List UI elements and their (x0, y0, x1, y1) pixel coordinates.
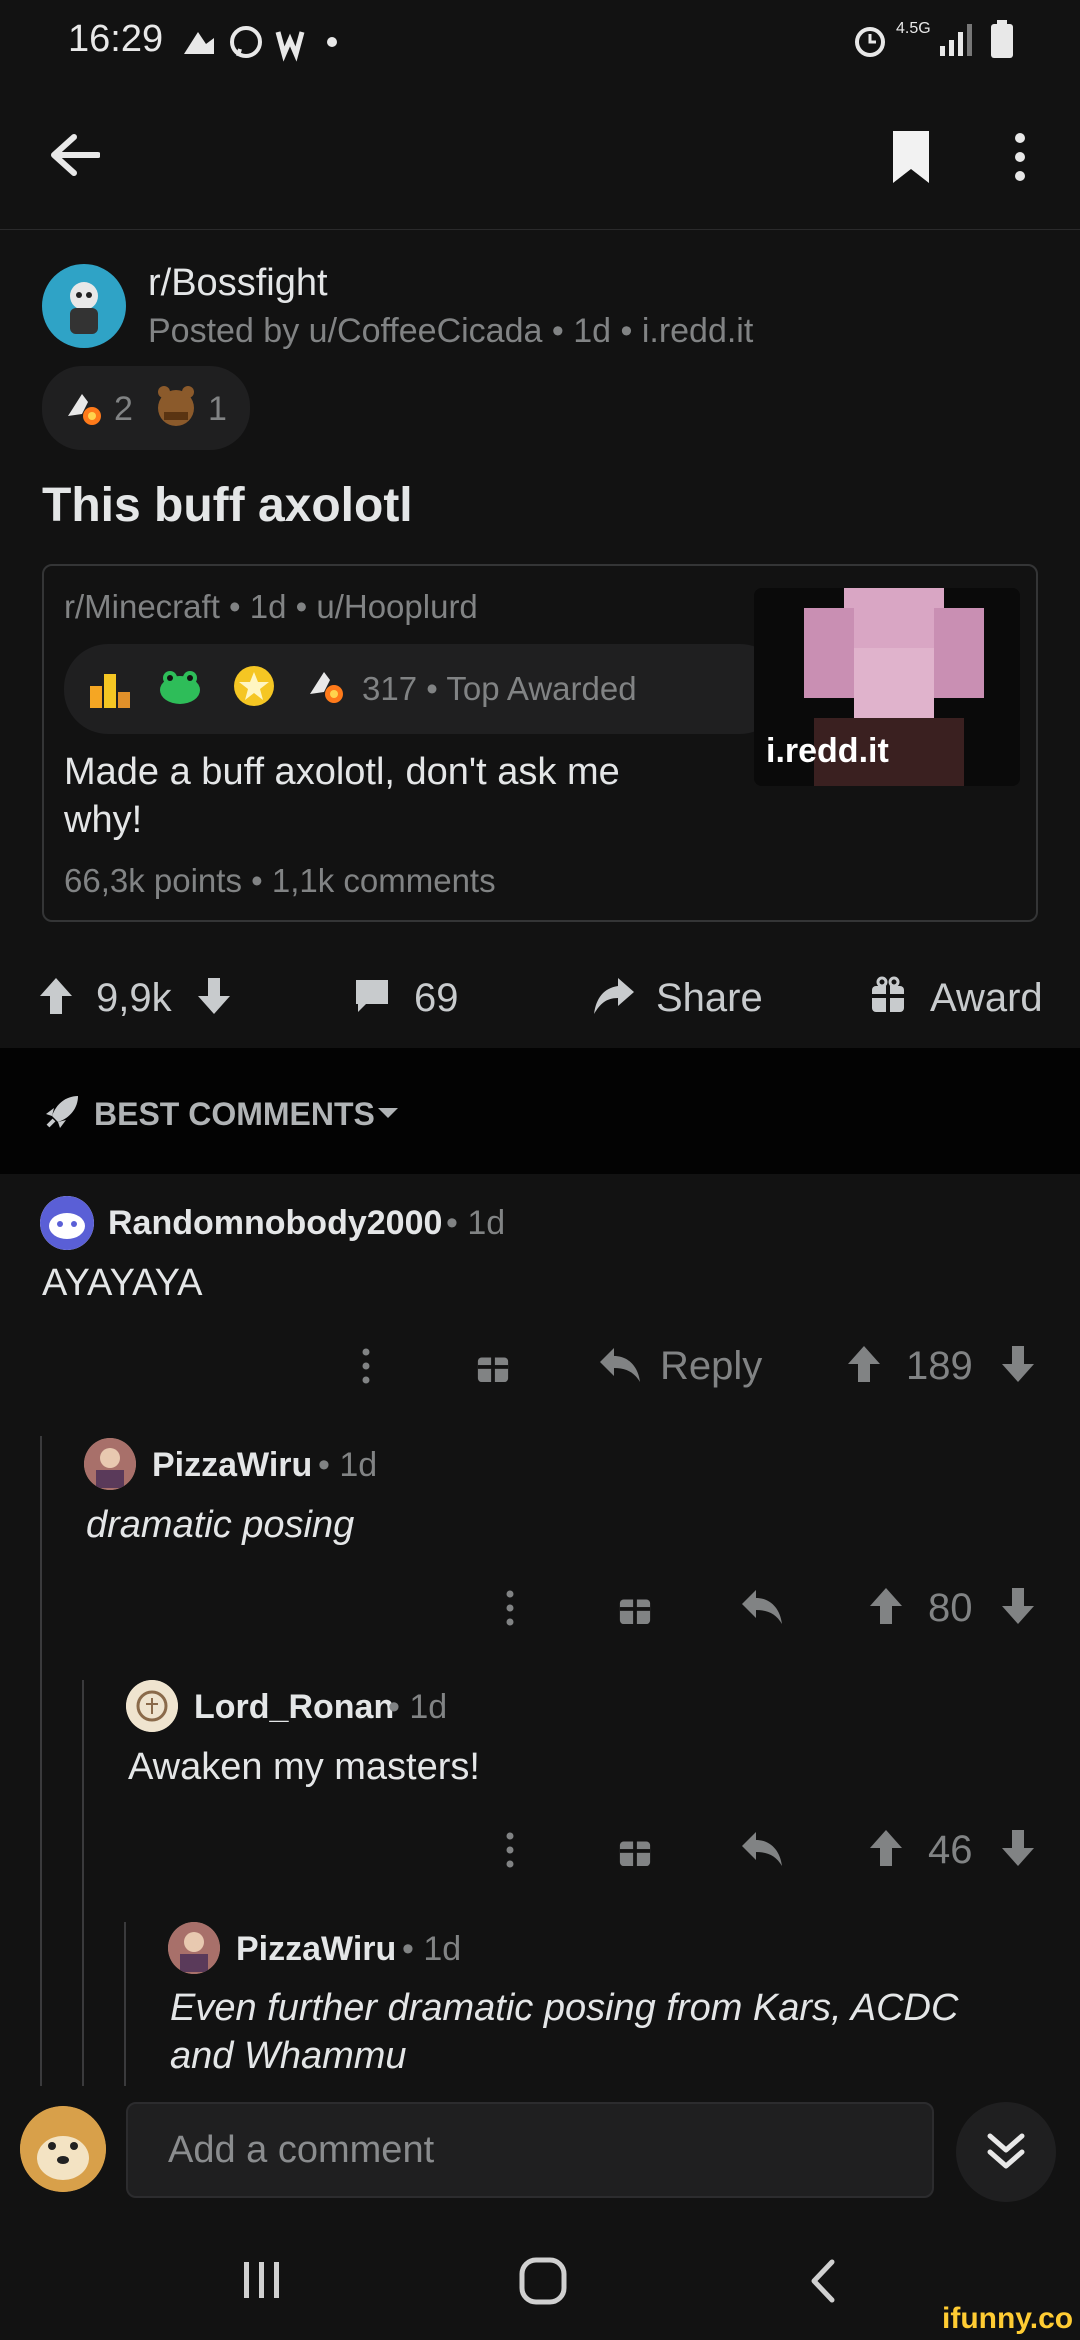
rocket-icon (42, 1092, 82, 1132)
share-icon[interactable] (592, 974, 636, 1016)
double-chevron-down-icon (987, 2133, 1025, 2169)
comment-author[interactable]: Randomnobody2000 (108, 1204, 442, 1243)
post-title: This buff axolotl (42, 479, 413, 532)
comment-body: Awaken my masters! (128, 1746, 480, 1788)
comment-more-icon[interactable] (502, 1588, 518, 1628)
comment-author[interactable]: Lord_Ronan (194, 1688, 394, 1727)
comment-score: 46 (928, 1828, 973, 1872)
comment-count[interactable]: 69 (414, 976, 459, 1021)
comment-body: AYAYAYA (42, 1262, 203, 1304)
upvote-icon[interactable] (38, 976, 74, 1016)
bear-award-icon (154, 384, 198, 432)
thread-line[interactable] (40, 1436, 42, 2086)
vote-count: 9,9k (96, 976, 172, 1020)
comment-sort-bar[interactable]: BEST COMMENTS (0, 1048, 1080, 1174)
upvote-icon[interactable] (868, 1586, 904, 1626)
downvote-icon[interactable] (196, 976, 232, 1016)
recent-apps-icon[interactable] (240, 2258, 284, 2302)
comment-author[interactable]: PizzaWiru (152, 1446, 312, 1485)
add-comment-input[interactable]: Add a comment (126, 2102, 934, 2198)
scroll-down-button[interactable] (956, 2102, 1056, 2202)
avatar[interactable] (20, 2106, 106, 2192)
notification-icons (180, 22, 340, 62)
avatar[interactable] (84, 1438, 136, 1490)
alarm-icon (850, 20, 890, 60)
battery-icon (990, 20, 1014, 58)
signal-icon (938, 22, 974, 56)
comment-age: • 1d (388, 1688, 448, 1726)
back-icon[interactable] (808, 2258, 838, 2304)
crosspost-card[interactable]: r/Minecraft • 1d • u/Hooplurd 317 • Top … (42, 564, 1038, 922)
crosspost-title: Made a buff axolotl, don't ask me why! (64, 751, 620, 841)
status-bar: 16:29 4.5G (0, 0, 1080, 80)
comment-age: • 1d (446, 1204, 506, 1242)
upvote-icon[interactable] (868, 1828, 904, 1868)
comment-more-icon[interactable] (358, 1346, 374, 1386)
gift-icon[interactable] (618, 1832, 652, 1868)
comment-icon[interactable] (352, 976, 392, 1016)
crosspost-awards[interactable]: 317 • Top Awarded (64, 644, 784, 734)
chevron-down-icon (376, 1106, 400, 1120)
subreddit-name[interactable]: r/Bossfight (148, 262, 328, 305)
comment-more-icon[interactable] (502, 1830, 518, 1870)
thumbnail-domain: i.redd.it (766, 732, 889, 770)
reply-icon[interactable] (740, 1830, 784, 1868)
comment-body: dramatic posing (86, 1504, 355, 1546)
comment-score: 189 (906, 1344, 973, 1388)
comment-author[interactable]: PizzaWiru (236, 1930, 396, 1969)
comment-age: • 1d (318, 1446, 378, 1484)
crosspost-thumbnail[interactable]: i.redd.it (754, 588, 1020, 786)
star-award-icon (232, 664, 276, 708)
crosspost-stats: 66,3k points • 1,1k comments (64, 862, 496, 899)
subreddit-avatar[interactable] (42, 264, 126, 348)
downvote-icon[interactable] (1000, 1344, 1036, 1384)
crosspost-meta: r/Minecraft • 1d • u/Hooplurd (64, 588, 478, 625)
crosspost-awards-text: 317 • Top Awarded (362, 670, 637, 707)
back-arrow-icon[interactable] (40, 120, 110, 190)
sort-label[interactable]: BEST COMMENTS (94, 1096, 375, 1133)
system-nav-bar: ifunny.co (0, 2220, 1080, 2340)
gift-icon[interactable] (618, 1590, 652, 1626)
avatar[interactable] (40, 1196, 94, 1250)
rocket-like-icon (304, 664, 348, 708)
thread-line[interactable] (124, 1922, 126, 2086)
thread-line[interactable] (82, 1680, 84, 2086)
watermark: ifunny.co (942, 2302, 1074, 2335)
award-button[interactable]: Award (930, 976, 1043, 1021)
frog-award-icon (158, 664, 202, 708)
home-icon[interactable] (518, 2256, 568, 2306)
avatar[interactable] (126, 1680, 178, 1732)
network-type: 4.5G (896, 20, 931, 37)
more-options-icon[interactable] (990, 122, 1050, 192)
top-bar (0, 80, 1080, 230)
gift-icon[interactable] (870, 976, 906, 1014)
status-time: 16:29 (68, 18, 164, 60)
comment-score: 80 (928, 1586, 973, 1630)
share-button[interactable]: Share (656, 976, 763, 1021)
podium-award-icon (88, 666, 132, 710)
award-count: 1 (208, 390, 227, 428)
comment-body: Even further dramatic posing from Kars, … (170, 1987, 959, 2077)
bookmark-icon[interactable] (876, 122, 946, 192)
gift-icon[interactable] (476, 1348, 510, 1384)
post-awards[interactable]: 2 1 (42, 366, 250, 450)
downvote-icon[interactable] (1000, 1828, 1036, 1868)
comment-age: • 1d (402, 1930, 462, 1968)
rocket-like-icon (62, 386, 106, 430)
award-count: 2 (114, 390, 133, 428)
reply-icon[interactable] (740, 1588, 784, 1626)
reply-icon[interactable] (598, 1346, 642, 1384)
reply-button[interactable]: Reply (660, 1344, 762, 1389)
avatar[interactable] (168, 1922, 220, 1974)
downvote-icon[interactable] (1000, 1586, 1036, 1626)
upvote-icon[interactable] (846, 1344, 882, 1384)
post-meta: Posted by u/CoffeeCicada • 1d • i.redd.i… (148, 312, 754, 350)
post-actions: 9,9k 69 Share Award (0, 950, 1080, 1046)
